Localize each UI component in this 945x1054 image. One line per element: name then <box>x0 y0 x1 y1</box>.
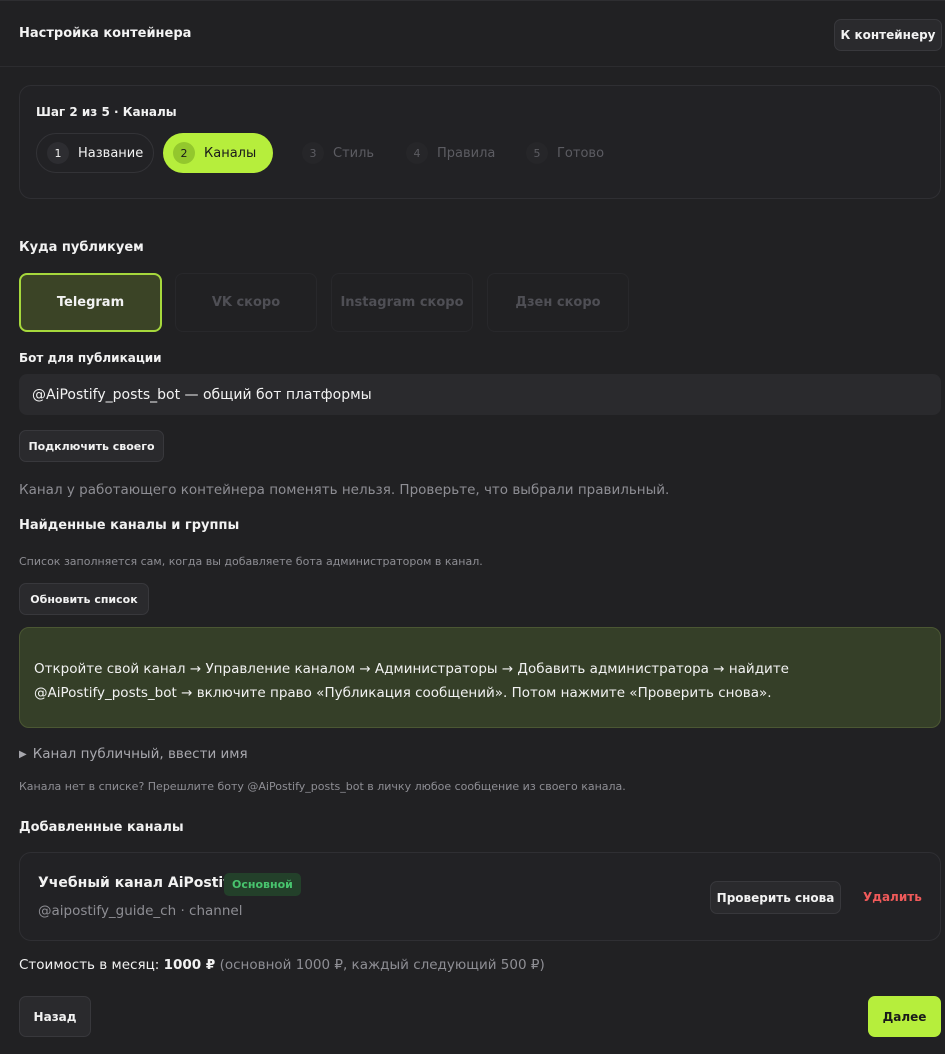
step-label: Каналы <box>204 145 257 161</box>
step-number: 2 <box>173 142 195 164</box>
step-done: 5 Готово <box>516 133 616 173</box>
added-channels-title: Добавленные каналы <box>19 820 184 835</box>
check-again-button[interactable]: Проверить снова <box>710 881 841 914</box>
stepper-card: Шаг 2 из 5 · Каналы 1 Название 2 Каналы … <box>19 85 941 199</box>
step-number: 4 <box>406 142 428 164</box>
public-channel-toggle-label: Канал публичный, ввести имя <box>32 746 248 762</box>
channel-handle: @aipostify_guide_ch · channel <box>38 903 243 919</box>
step-number: 3 <box>302 142 324 164</box>
found-channels-title: Найденные каналы и группы <box>19 518 240 533</box>
bot-label: Бот для публикации <box>19 351 162 365</box>
platform-dzen: Дзен скоро <box>487 273 629 332</box>
found-channels-hint: Список заполняется сам, когда вы добавля… <box>19 555 483 568</box>
container-setup-page: Настройка контейнера К контейнеру Шаг 2 … <box>0 0 945 1054</box>
step-number: 5 <box>526 142 548 164</box>
public-channel-toggle[interactable]: ▶ Канал публичный, ввести имя <box>19 746 248 762</box>
step-label: Стиль <box>333 145 375 161</box>
bot-select-field[interactable]: @AiPostify_posts_bot — общий бот платфор… <box>19 374 941 415</box>
instructions-box: Откройте свой канал → Управление каналом… <box>19 627 941 728</box>
channel-name: Учебный канал AiPostify <box>38 875 239 891</box>
step-rules: 4 Правила <box>396 133 506 173</box>
delete-channel-button[interactable]: Удалить <box>863 890 922 904</box>
step-channels-active[interactable]: 2 Каналы <box>163 133 273 173</box>
platform-telegram[interactable]: Telegram <box>19 273 162 332</box>
channel-warning-text: Канал у работающего контейнера поменять … <box>19 482 670 498</box>
monthly-price: Стоимость в месяц: 1000 ₽ (основной 1000… <box>19 957 545 973</box>
step-style: 3 Стиль <box>292 133 382 173</box>
step-number: 1 <box>47 142 69 164</box>
step-caption: Шаг 2 из 5 · Каналы <box>36 105 177 119</box>
refresh-list-button[interactable]: Обновить список <box>19 583 149 615</box>
price-amount: 1000 ₽ <box>163 957 216 973</box>
to-container-button[interactable]: К контейнеру <box>834 19 942 51</box>
price-note: (основной 1000 ₽, каждый следующий 500 ₽… <box>219 957 545 973</box>
header: Настройка контейнера К контейнеру <box>0 1 945 67</box>
step-label: Правила <box>437 145 496 161</box>
connect-own-bot-button[interactable]: Подключить своего <box>19 430 164 462</box>
page-title: Настройка контейнера <box>19 26 192 41</box>
publish-section-title: Куда публикуем <box>19 240 144 255</box>
step-name[interactable]: 1 Название <box>36 133 154 173</box>
status-badge: Основной <box>224 873 301 896</box>
price-label: Стоимость в месяц: <box>19 957 160 973</box>
channel-card: Учебный канал AiPostify Основной @aipost… <box>19 852 941 941</box>
back-button[interactable]: Назад <box>19 996 91 1037</box>
step-label: Название <box>78 145 144 161</box>
step-label: Готово <box>557 145 605 161</box>
forward-hint-text: Канала нет в списке? Перешлите боту @AiP… <box>19 780 626 793</box>
triangle-right-icon: ▶ <box>19 748 27 760</box>
platform-instagram: Instagram скоро <box>331 273 473 332</box>
platform-vk: VK скоро <box>175 273 317 332</box>
next-button[interactable]: Далее <box>868 996 941 1037</box>
